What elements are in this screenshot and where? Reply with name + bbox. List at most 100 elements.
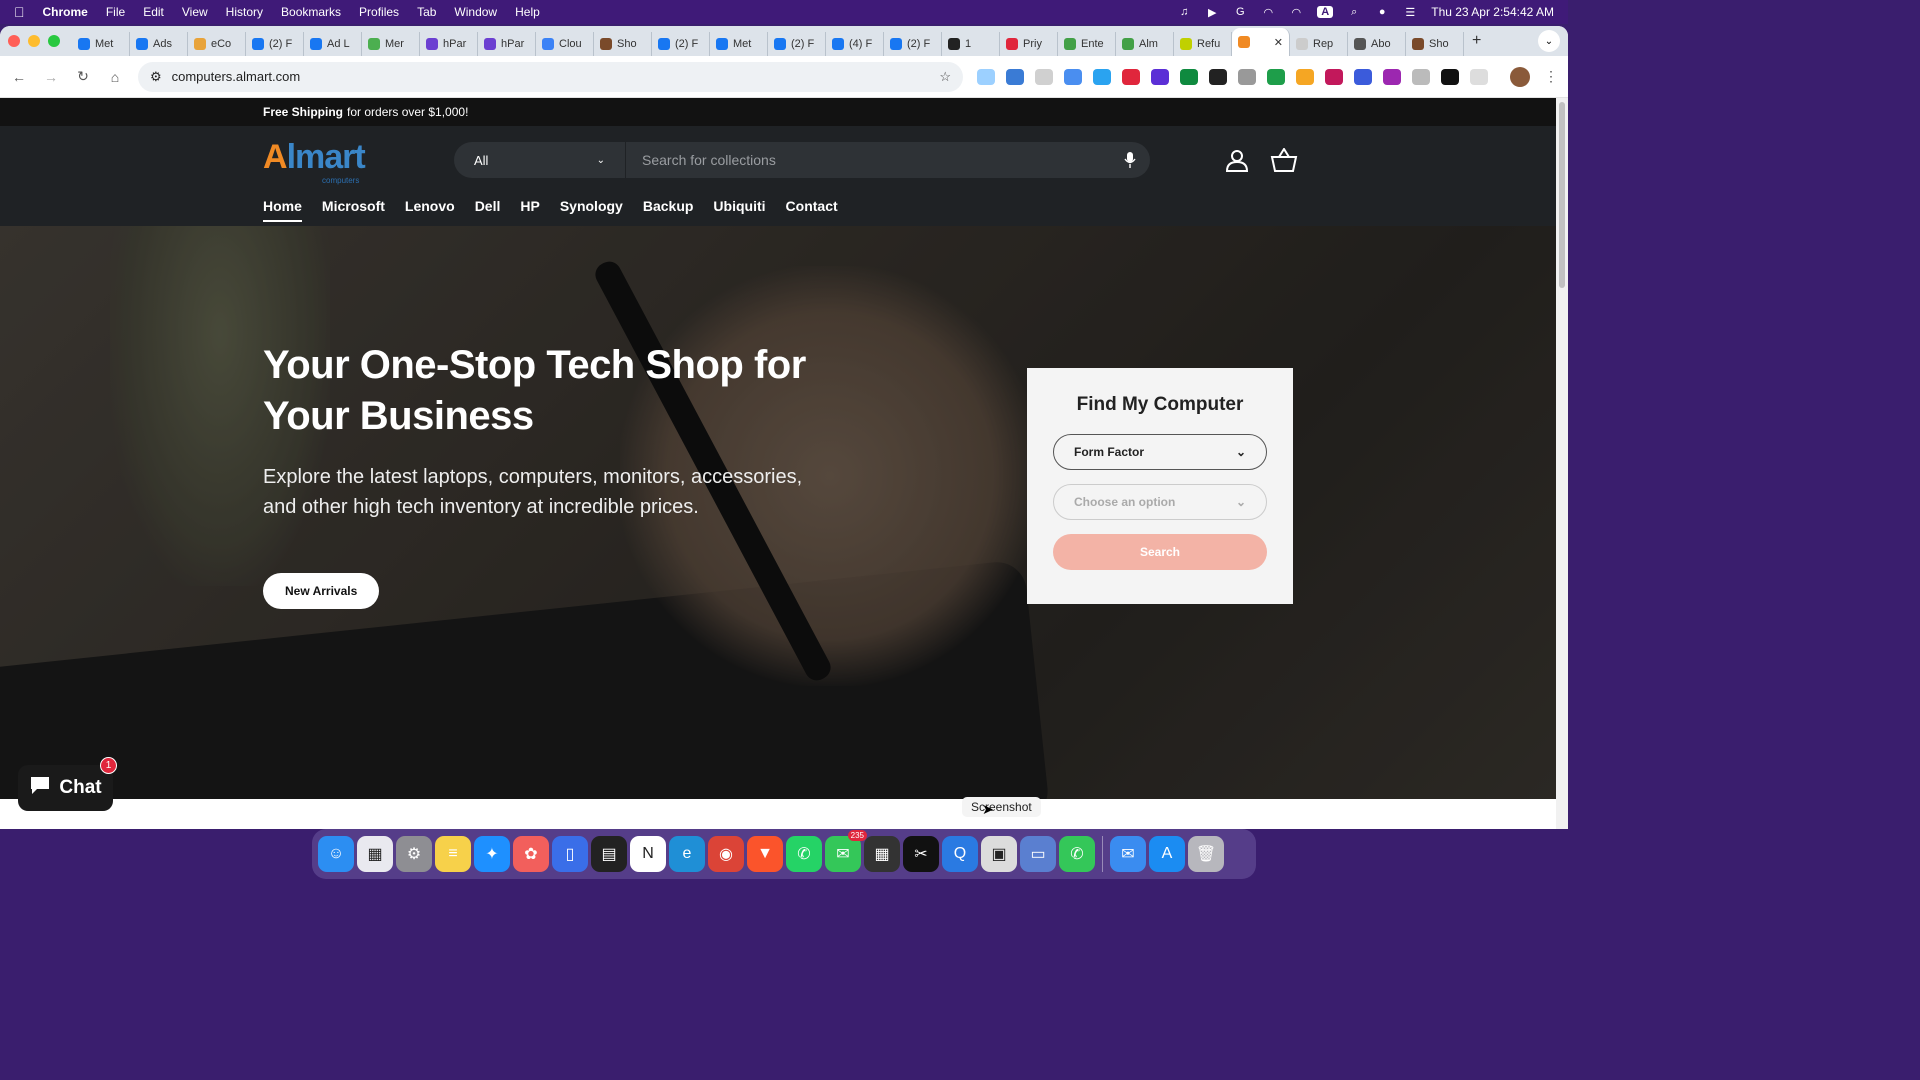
browser-tab[interactable]: Clou (536, 32, 594, 56)
dock-photos-icon[interactable]: ✿ (513, 836, 549, 872)
dock-capcut-icon[interactable]: ✂ (903, 836, 939, 872)
nav-link-microsoft[interactable]: Microsoft (322, 198, 385, 222)
dock-safari-icon[interactable]: ✦ (474, 836, 510, 872)
spotlight-search-icon[interactable]: ⌕ (1347, 6, 1361, 18)
bookmark-star-icon[interactable]: ☆ (939, 69, 951, 85)
site-info-icon[interactable]: ⚙ (150, 69, 162, 85)
page-scrollbar[interactable] (1556, 98, 1568, 829)
dock-qbittorrent-icon[interactable]: Q (942, 836, 978, 872)
cart-basket-icon[interactable] (1270, 147, 1298, 177)
dock-whatsapp-icon[interactable]: ✆ (786, 836, 822, 872)
browser-tab[interactable]: Met (72, 32, 130, 56)
extension-icon[interactable] (1441, 68, 1460, 85)
browser-tab[interactable]: (2) F (652, 32, 710, 56)
home-icon[interactable]: ⌂ (106, 69, 124, 85)
extension-icon[interactable] (1296, 68, 1315, 85)
dock-notes-icon[interactable]: ≡ (435, 836, 471, 872)
option-select[interactable]: Choose an option ⌄ (1053, 484, 1267, 520)
menu-item-tab[interactable]: Tab (417, 5, 436, 19)
browser-tab[interactable]: Ads (130, 32, 188, 56)
extension-icon[interactable] (1180, 68, 1199, 85)
dock-preview-icon[interactable]: ▯ (552, 836, 588, 872)
wifi-icon[interactable]: ◠ (1289, 6, 1303, 19)
chrome-menu-icon[interactable]: ⋮ (1544, 68, 1558, 85)
reload-icon[interactable]: ↻ (74, 68, 92, 85)
dock-notion-icon[interactable]: N (630, 836, 666, 872)
menu-item-history[interactable]: History (226, 5, 263, 19)
forward-arrow-icon[interactable]: → (42, 69, 60, 85)
nav-link-home[interactable]: Home (263, 198, 302, 222)
extension-icon[interactable] (977, 68, 996, 85)
dock-mail-icon[interactable]: ✉ (1110, 836, 1146, 872)
search-category-select[interactable]: All ⌄ (454, 142, 626, 178)
nav-link-lenovo[interactable]: Lenovo (405, 198, 455, 222)
extension-icon[interactable] (1412, 68, 1431, 85)
browser-tab[interactable]: Met (710, 32, 768, 56)
close-tab-icon[interactable]: ✕ (1274, 36, 1283, 49)
back-arrow-icon[interactable]: ← (10, 69, 28, 85)
extension-icon[interactable] (1383, 68, 1402, 85)
dock-calculator-icon[interactable]: ▦ (864, 836, 900, 872)
input-source-icon[interactable]: A (1317, 6, 1334, 18)
dock-edge-icon[interactable]: e (669, 836, 705, 872)
menu-item-edit[interactable]: Edit (143, 5, 164, 19)
dock-mission-control-icon[interactable]: ▤ (591, 836, 627, 872)
extension-icon[interactable] (1325, 68, 1344, 85)
menu-item-chrome[interactable]: Chrome (43, 5, 88, 19)
tab-search-chevron-icon[interactable]: ⌄ (1538, 30, 1560, 52)
browser-tab[interactable]: Refu (1174, 32, 1232, 56)
address-bar[interactable]: ⚙ computers.almart.com ☆ (137, 61, 964, 92)
nav-link-hp[interactable]: HP (520, 198, 539, 222)
menu-item-help[interactable]: Help (515, 5, 540, 19)
account-icon[interactable] (1225, 148, 1249, 177)
close-window-button[interactable] (8, 35, 20, 47)
browser-tab[interactable]: Sho (1406, 32, 1464, 56)
browser-tab[interactable]: Mer (362, 32, 420, 56)
menu-item-window[interactable]: Window (454, 5, 497, 19)
extension-icon[interactable] (1006, 68, 1025, 85)
browser-tab[interactable]: (2) F (768, 32, 826, 56)
music-icon[interactable]: ♫ (1177, 6, 1191, 18)
dock-launchpad-icon[interactable]: ▦ (357, 836, 393, 872)
browser-tab[interactable]: 1 (942, 32, 1000, 56)
nav-link-backup[interactable]: Backup (643, 198, 694, 222)
extension-icon[interactable] (1209, 68, 1228, 85)
nav-link-contact[interactable]: Contact (786, 198, 838, 222)
dock-brave-icon[interactable]: ▼ (747, 836, 783, 872)
dock-messages-icon[interactable]: ✉ 235 (825, 830, 867, 872)
nav-link-ubiquiti[interactable]: Ubiquiti (713, 198, 765, 222)
almart-logo[interactable]: Almart (263, 138, 366, 177)
browser-tab[interactable]: eCo (188, 32, 246, 56)
browser-tab[interactable]: Ente (1058, 32, 1116, 56)
menu-item-file[interactable]: File (106, 5, 125, 19)
browser-tab[interactable]: Sho (594, 32, 652, 56)
dock-migration-icon[interactable]: ▭ (1020, 836, 1056, 872)
headphones-icon[interactable]: ◠ (1261, 6, 1275, 19)
browser-tab[interactable]: hPar (478, 32, 536, 56)
apple-menu-icon[interactable]:  (14, 4, 25, 20)
browser-tab[interactable]: (4) F (826, 32, 884, 56)
menu-item-profiles[interactable]: Profiles (359, 5, 399, 19)
extension-icon[interactable] (1151, 68, 1170, 85)
browser-tab[interactable]: (2) F (246, 32, 304, 56)
nav-link-dell[interactable]: Dell (475, 198, 501, 222)
menu-item-view[interactable]: View (182, 5, 208, 19)
dock-chrome-icon[interactable]: ◉ (708, 836, 744, 872)
dock-trash-icon[interactable]: 🗑 (1188, 836, 1224, 872)
extension-icon[interactable] (1064, 68, 1083, 85)
dock-phone-icon[interactable]: ✆ (1059, 836, 1095, 872)
clock[interactable]: Thu 23 Apr 2:54:42 AM (1431, 5, 1554, 19)
dock-screenshot-icon[interactable]: ▣ (981, 836, 1017, 872)
chat-button[interactable]: Chat (18, 765, 113, 811)
extension-icon[interactable] (1122, 68, 1141, 85)
url-text[interactable]: computers.almart.com (172, 69, 301, 84)
extension-icon[interactable] (1267, 68, 1286, 85)
grammarly-icon[interactable]: G (1233, 6, 1247, 18)
browser-tab[interactable]: Alm (1116, 32, 1174, 56)
profile-avatar[interactable] (1510, 66, 1531, 87)
dock-app-store-icon[interactable]: A (1149, 836, 1185, 872)
browser-tab[interactable]: Ad L (304, 32, 362, 56)
dock-system-settings-icon[interactable]: ⚙ (396, 836, 432, 872)
nav-link-synology[interactable]: Synology (560, 198, 623, 222)
browser-tab[interactable]: (2) F (884, 32, 942, 56)
